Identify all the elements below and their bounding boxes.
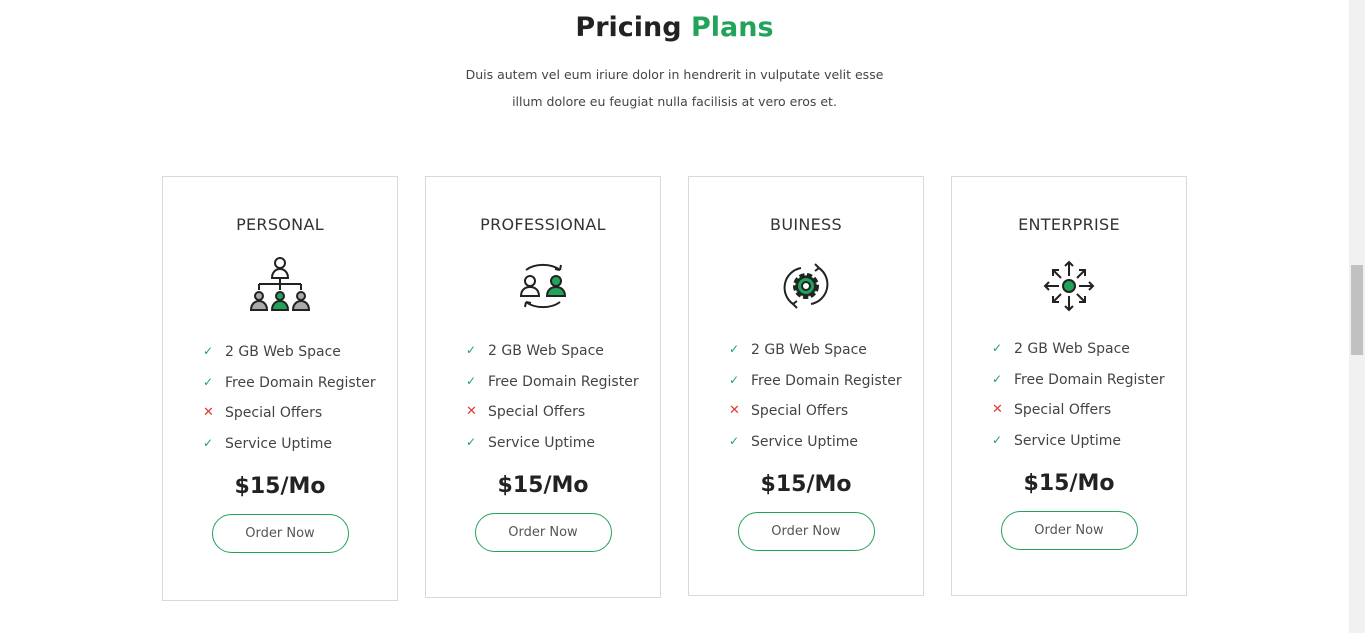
feature-item: ✓ 2 GB Web Space	[729, 342, 923, 373]
order-now-button[interactable]: Order Now	[737, 512, 875, 551]
feature-label: Service Uptime	[751, 433, 858, 450]
order-now-button[interactable]: Order Now	[1000, 511, 1138, 550]
title-highlight: Plans	[691, 12, 774, 43]
feature-label: Special Offers	[751, 403, 849, 419]
pricing-card-enterprise: ENTERPRISE ✓ 2 GB Web Space ✓ Free Domain R…	[951, 176, 1187, 596]
order-now-button[interactable]: Order Now	[211, 514, 349, 553]
plan-name: BUINESS	[770, 215, 842, 234]
check-icon: ✓	[992, 341, 1003, 355]
cross-icon: ✕	[729, 403, 740, 418]
feature-item: ✓ 2 GB Web Space	[466, 343, 660, 374]
feature-label: Service Uptime	[488, 434, 595, 451]
feature-label: Free Domain Register	[751, 372, 902, 389]
check-icon: ✓	[466, 343, 477, 357]
gear-refresh-icon	[771, 254, 841, 318]
feature-item: ✕ Special Offers	[729, 403, 923, 434]
feature-label: Free Domain Register	[488, 373, 639, 390]
order-now-button[interactable]: Order Now	[474, 513, 612, 552]
check-icon: ✓	[466, 373, 477, 388]
scrollbar-thumb[interactable]	[1351, 265, 1363, 355]
cross-icon: ✕	[992, 402, 1003, 417]
feature-label: 2 GB Web Space	[1014, 341, 1130, 357]
page-subtitle: Duis autem vel eum iriure dolor in hendr…	[0, 61, 1349, 115]
pricing-card-personal: PERSONAL ✓ 2 GB Web Space ✓ Free Domain Reg…	[162, 176, 398, 601]
check-icon: ✓	[729, 372, 740, 387]
check-icon: ✓	[729, 433, 740, 448]
feature-label: Service Uptime	[225, 435, 332, 452]
feature-item: ✓ Free Domain Register	[992, 372, 1186, 403]
pricing-card-professional: PROFESSIONAL ✓ 2 GB Web Space ✓ Free Domain…	[425, 176, 661, 598]
check-icon: ✓	[466, 434, 477, 449]
plan-price: $15/Mo	[234, 474, 326, 499]
pricing-card-buiness: BUINESS ✓ 2 GB Web Space ✓ Free Domain Regi…	[688, 176, 924, 596]
page-title: Pricing Plans	[0, 12, 1349, 43]
plan-price: $15/Mo	[497, 473, 589, 498]
feature-item: ✓ Service Uptime	[466, 435, 660, 466]
feature-item: ✓ 2 GB Web Space	[992, 341, 1186, 372]
check-icon: ✓	[992, 371, 1003, 386]
check-icon: ✓	[203, 435, 214, 450]
plan-name: PERSONAL	[236, 215, 324, 234]
title-text: Pricing	[575, 12, 682, 43]
plan-name: ENTERPRISE	[1018, 215, 1120, 234]
feature-item: ✓ Service Uptime	[992, 433, 1186, 464]
feature-item: ✕ Special Offers	[992, 402, 1186, 433]
feature-item: ✕ Special Offers	[203, 405, 397, 436]
feature-label: Free Domain Register	[225, 374, 376, 391]
feature-label: Free Domain Register	[1014, 371, 1165, 388]
feature-list: ✓ 2 GB Web Space ✓ Free Domain Register ✕ Spe…	[203, 344, 397, 466]
feature-item: ✓ 2 GB Web Space	[203, 344, 397, 375]
check-icon: ✓	[203, 344, 214, 358]
feature-item: ✓ Free Domain Register	[729, 373, 923, 404]
scrollbar[interactable]	[1349, 0, 1365, 633]
feature-label: Special Offers	[488, 404, 586, 420]
expand-arrows-icon	[1034, 254, 1104, 318]
feature-item: ✓ Service Uptime	[729, 434, 923, 465]
feature-label: 2 GB Web Space	[225, 344, 341, 360]
feature-list: ✓ 2 GB Web Space ✓ Free Domain Register ✕ Spe…	[729, 342, 923, 464]
cross-icon: ✕	[466, 404, 477, 419]
plan-price: $15/Mo	[760, 472, 852, 497]
subtitle-line: Duis autem vel eum iriure dolor in hendr…	[465, 67, 884, 82]
plan-price: $15/Mo	[1023, 471, 1115, 496]
feature-item: ✓ Service Uptime	[203, 436, 397, 467]
feature-item: ✓ Free Domain Register	[466, 374, 660, 405]
cross-icon: ✕	[203, 405, 214, 420]
feature-label: Special Offers	[1014, 402, 1112, 418]
feature-item: ✕ Special Offers	[466, 404, 660, 435]
feature-label: 2 GB Web Space	[488, 343, 604, 359]
feature-item: ✓ Free Domain Register	[203, 375, 397, 406]
feature-list: ✓ 2 GB Web Space ✓ Free Domain Register ✕ Spe…	[466, 343, 660, 465]
feature-label: Special Offers	[225, 405, 323, 421]
hierarchy-people-icon	[245, 254, 315, 318]
user-exchange-icon	[508, 254, 578, 318]
feature-label: 2 GB Web Space	[751, 342, 867, 358]
subtitle-line: illum dolore eu feugiat nulla facilisis …	[512, 94, 837, 109]
feature-label: Service Uptime	[1014, 432, 1121, 449]
check-icon: ✓	[992, 432, 1003, 447]
feature-list: ✓ 2 GB Web Space ✓ Free Domain Register ✕ Spe…	[992, 341, 1186, 463]
check-icon: ✓	[203, 374, 214, 389]
check-icon: ✓	[729, 342, 740, 356]
plan-name: PROFESSIONAL	[480, 215, 606, 234]
